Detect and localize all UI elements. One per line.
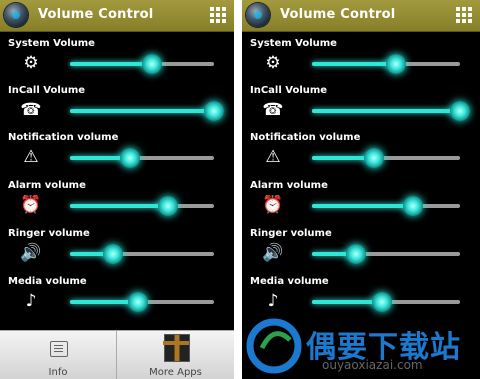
alarm-clock-icon: ⏰ — [20, 195, 42, 215]
volume-slider-track[interactable] — [312, 244, 460, 264]
warning-icon: ⚠ — [265, 147, 281, 167]
info-label: Info — [48, 367, 68, 378]
volume-row: Ringer volume 🔊 — [0, 228, 234, 276]
app-title: Volume Control — [280, 7, 396, 22]
volume-row: Media volume ♪ — [242, 276, 480, 324]
volume-slider-thumb[interactable] — [157, 196, 178, 216]
volume-row: InCall Volume ☎ — [242, 85, 480, 133]
music-note-icon: ♪ — [267, 291, 279, 311]
volume-row: Ringer volume 🔊 — [242, 228, 480, 276]
volume-label: System Volume — [250, 38, 337, 49]
alarm-clock-icon: ⏰ — [262, 195, 284, 215]
volume-label: Notification volume — [8, 132, 119, 143]
volume-slider-fill — [312, 62, 397, 66]
volume-label: InCall Volume — [250, 85, 328, 96]
title-bar: Volume Control — [0, 0, 234, 32]
volume-row: Media volume ♪ — [0, 276, 234, 324]
info-tab[interactable]: Info — [0, 331, 117, 379]
volume-slider-thumb[interactable] — [103, 244, 124, 264]
watermark-url: ouyaoxiazai.com — [322, 358, 423, 372]
volume-slider-track[interactable] — [312, 292, 460, 312]
grid-menu-icon[interactable] — [456, 7, 472, 23]
music-note-icon: ♪ — [25, 291, 37, 311]
volume-label: Ringer volume — [8, 228, 90, 239]
volume-label: InCall Volume — [8, 85, 86, 96]
volume-row: Alarm volume ⏰ — [0, 180, 234, 228]
volume-slider-track[interactable] — [70, 54, 214, 74]
info-icon — [50, 341, 68, 357]
gift-icon — [163, 334, 190, 362]
volume-slider-track[interactable] — [70, 292, 214, 312]
volume-slider-thumb[interactable] — [120, 148, 141, 168]
phone-screen-left: Volume Control System Volume ⚙ InCall Volu… — [0, 0, 234, 379]
phone-icon: ☎ — [262, 100, 284, 120]
volume-slider-track[interactable] — [70, 148, 214, 168]
volume-slider-fill — [70, 109, 214, 113]
speaker-icon: 🔊 — [20, 243, 42, 263]
watermark-logo-icon — [246, 318, 302, 374]
volume-slider-thumb[interactable] — [204, 101, 224, 121]
volume-slider-fill — [312, 109, 460, 113]
volume-row: Notification volume ⚠ — [0, 132, 234, 180]
title-bar: Volume Control — [242, 0, 480, 32]
volume-slider-thumb[interactable] — [450, 101, 470, 121]
more-apps-tab[interactable]: More Apps — [117, 331, 234, 379]
volume-slider-thumb[interactable] — [127, 292, 148, 312]
volume-slider-thumb[interactable] — [346, 244, 367, 264]
volume-row: InCall Volume ☎ — [0, 85, 234, 133]
volume-slider-thumb[interactable] — [386, 54, 407, 74]
volume-slider-track[interactable] — [312, 196, 460, 216]
volume-slider-track[interactable] — [70, 196, 214, 216]
volume-slider-fill — [312, 204, 413, 208]
volume-row: Notification volume ⚠ — [242, 132, 480, 180]
app-title: Volume Control — [38, 7, 154, 22]
volume-slider-track[interactable] — [312, 54, 460, 74]
volume-label: Media volume — [250, 276, 329, 287]
phone-icon: ☎ — [20, 100, 42, 120]
gear-icon: ⚙ — [265, 53, 281, 73]
volume-slider-thumb[interactable] — [402, 196, 423, 216]
volume-slider-track[interactable] — [312, 148, 460, 168]
warning-icon: ⚠ — [23, 147, 39, 167]
volume-slider-track[interactable] — [70, 244, 214, 264]
app-logo-icon — [4, 3, 28, 27]
volume-slider-fill — [70, 62, 153, 66]
app-logo-icon — [246, 3, 270, 27]
volume-label: Media volume — [8, 276, 87, 287]
volume-slider-track[interactable] — [312, 101, 470, 121]
speaker-icon: 🔊 — [262, 243, 284, 263]
volume-slider-fill — [70, 204, 168, 208]
volume-slider-thumb[interactable] — [371, 292, 392, 312]
volume-slider-thumb[interactable] — [364, 148, 385, 168]
volume-label: System Volume — [8, 38, 95, 49]
volume-label: Alarm volume — [250, 180, 328, 191]
grid-menu-icon[interactable] — [210, 7, 226, 23]
volume-label: Notification volume — [250, 132, 361, 143]
volume-row: Alarm volume ⏰ — [242, 180, 480, 228]
volume-slider-thumb[interactable] — [142, 54, 163, 74]
volume-row: System Volume ⚙ — [242, 38, 480, 86]
bottom-bar: Info More Apps — [0, 330, 234, 379]
volume-slider-track[interactable] — [70, 101, 224, 121]
volume-label: Ringer volume — [250, 228, 332, 239]
more-apps-label: More Apps — [149, 367, 202, 378]
gear-icon: ⚙ — [23, 53, 39, 73]
volume-row: System Volume ⚙ — [0, 38, 234, 86]
volume-label: Alarm volume — [8, 180, 86, 191]
